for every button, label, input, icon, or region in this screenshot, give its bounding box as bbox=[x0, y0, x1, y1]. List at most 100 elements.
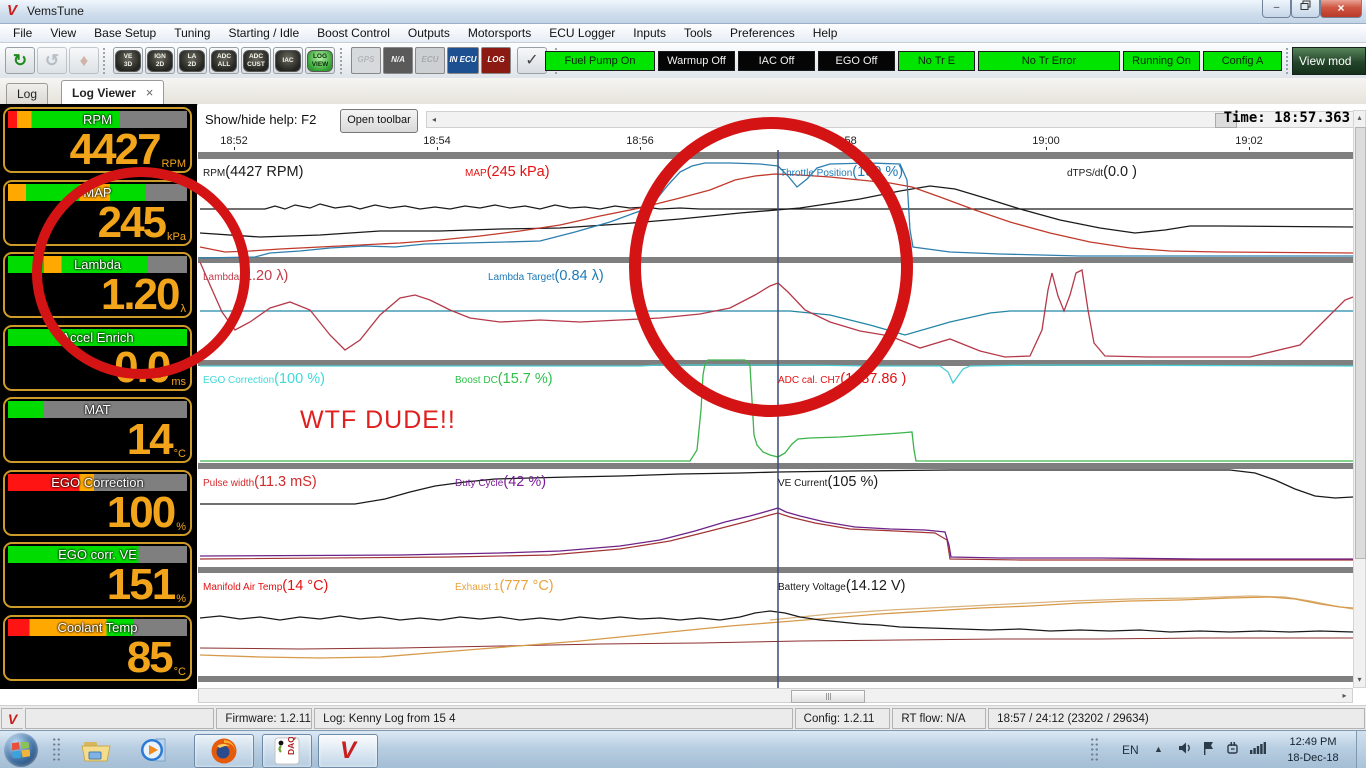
menu-item-help[interactable]: Help bbox=[804, 24, 847, 42]
toolbar-n-a-button[interactable]: N/A bbox=[383, 47, 413, 74]
tray-expand-icon[interactable]: ▲ bbox=[1154, 744, 1163, 754]
gauge-ego-correction: EGO Correction100% bbox=[3, 470, 192, 536]
series-value: (15.7 %) bbox=[498, 371, 553, 387]
series-label-lambda: Lambda(1.20 λ) bbox=[203, 267, 288, 285]
power-plug-icon[interactable] bbox=[1226, 741, 1240, 758]
series-name: Exhaust 1 bbox=[455, 582, 499, 593]
taskbar-idaq-button[interactable]: DAQ bbox=[262, 734, 312, 768]
series-name: Battery Voltage bbox=[778, 582, 846, 593]
status-indicator-no-tr-error[interactable]: No Tr Error bbox=[978, 51, 1120, 71]
toolbar-gps-button[interactable]: GPS bbox=[351, 47, 381, 74]
menu-item-view[interactable]: View bbox=[41, 24, 85, 42]
menu-item-starting-idle[interactable]: Starting / Idle bbox=[219, 24, 308, 42]
volume-icon[interactable] bbox=[1178, 741, 1192, 758]
toolbar-reload-gray-icon[interactable]: ↺ bbox=[37, 47, 67, 74]
status-indicator-ego-off[interactable]: EGO Off bbox=[818, 51, 895, 71]
gauge-coolant-temp: Coolant Temp85°C bbox=[3, 615, 192, 681]
gauge-number: 1.20 bbox=[101, 274, 179, 316]
gauge-unit: RPM bbox=[162, 157, 186, 171]
tab-log-viewer[interactable]: Log Viewer× bbox=[61, 80, 164, 104]
status-indicator-warmup-off[interactable]: Warmup Off bbox=[658, 51, 735, 71]
toolbar-la-2d-button[interactable]: LA2D bbox=[177, 47, 207, 74]
series-name: Lambda bbox=[203, 272, 239, 283]
toolbar-log-view-button[interactable]: LOGVIEW bbox=[305, 47, 335, 74]
show-desktop-button[interactable] bbox=[1356, 731, 1366, 768]
gauge-unit: ms bbox=[171, 375, 186, 389]
language-indicator[interactable]: EN bbox=[1122, 743, 1139, 757]
toolbar-adc-cust-button[interactable]: ADCCUST bbox=[241, 47, 271, 74]
series-name: Duty Cycle bbox=[455, 478, 503, 489]
gauge-value: 245kPa bbox=[98, 202, 186, 244]
scroll-left-icon[interactable]: ◂ bbox=[427, 112, 441, 127]
series-value: (777 °C) bbox=[499, 578, 553, 594]
statusbar-empty bbox=[25, 708, 214, 729]
menu-item-base-setup[interactable]: Base Setup bbox=[85, 24, 165, 42]
scroll-up-icon[interactable]: ▴ bbox=[1354, 111, 1365, 125]
taskbar-mediaplayer-button[interactable] bbox=[136, 734, 172, 766]
status-indicator-running-on[interactable]: Running On bbox=[1123, 51, 1200, 71]
menu-item-ecu-logger[interactable]: ECU Logger bbox=[540, 24, 624, 42]
menu-item-file[interactable]: File bbox=[4, 24, 41, 42]
toolbar-validate-button[interactable]: ✓ bbox=[517, 47, 547, 74]
chart-scroll-right-icon[interactable]: ▸ bbox=[1338, 689, 1351, 702]
toolbar-ign-2d-button[interactable]: IGN2D bbox=[145, 47, 175, 74]
close-button[interactable]: × bbox=[1320, 0, 1362, 18]
menu-item-preferences[interactable]: Preferences bbox=[721, 24, 804, 42]
series-label-ego-correction: EGO Correction(100 %) bbox=[203, 370, 325, 388]
status-indicator-iac-off[interactable]: IAC Off bbox=[738, 51, 815, 71]
action-center-flag-icon[interactable] bbox=[1202, 741, 1215, 758]
status-indicator-fuel-pump-on[interactable]: Fuel Pump On bbox=[545, 51, 655, 71]
toolbar-burn-flame-icon[interactable]: ♦ bbox=[69, 47, 99, 74]
taskbar-explorer-button[interactable] bbox=[78, 734, 114, 766]
tab-strip: Log Log Viewer× bbox=[0, 78, 1366, 105]
series-exhaust-line bbox=[200, 597, 1353, 658]
series-value: (1.20 λ) bbox=[239, 268, 288, 284]
series-value: (100 %) bbox=[852, 164, 903, 180]
scroll-down-icon[interactable]: ▾ bbox=[1354, 673, 1365, 687]
vertical-scrollbar[interactable]: ▴ ▾ bbox=[1353, 110, 1366, 688]
restore-button[interactable] bbox=[1291, 0, 1320, 18]
gauge-unit: kPa bbox=[167, 230, 186, 244]
taskbar-clock[interactable]: 12:49 PM 18-Dec-18 bbox=[1278, 734, 1348, 766]
open-toolbar-button[interactable]: Open toolbar bbox=[340, 109, 418, 133]
toolbar-in-ecu-button[interactable]: IN ECU bbox=[447, 47, 479, 74]
tab-log[interactable]: Log bbox=[6, 83, 48, 104]
menu-item-inputs[interactable]: Inputs bbox=[624, 24, 675, 42]
menu-item-outputs[interactable]: Outputs bbox=[399, 24, 459, 42]
series-label-dtps-dt: dTPS/dt(0.0 ) bbox=[1067, 163, 1137, 181]
start-button[interactable] bbox=[4, 733, 38, 767]
menu-item-tools[interactable]: Tools bbox=[675, 24, 721, 42]
tab-close-icon[interactable]: × bbox=[146, 85, 154, 100]
view-mode-button[interactable]: View mod bbox=[1292, 47, 1366, 75]
tray-grip[interactable] bbox=[1090, 737, 1099, 763]
media-player-icon bbox=[140, 737, 168, 763]
reload-gray-icon: ↺ bbox=[38, 48, 66, 73]
svg-text:DAQ: DAQ bbox=[286, 737, 296, 755]
toolbar-ecu-button[interactable]: ECU bbox=[415, 47, 445, 74]
menu-item-boost-control[interactable]: Boost Control bbox=[308, 24, 399, 42]
vertical-scroll-thumb[interactable] bbox=[1355, 127, 1366, 559]
menu-item-motorsports[interactable]: Motorsports bbox=[459, 24, 540, 42]
status-indicator-config-a[interactable]: Config A bbox=[1203, 51, 1282, 71]
taskbar-grip[interactable] bbox=[52, 737, 61, 763]
gauge-unit: °C bbox=[174, 665, 186, 679]
toolbar-adc-all-button[interactable]: ADCALL bbox=[209, 47, 239, 74]
taskbar-firefox-button[interactable] bbox=[194, 734, 254, 768]
toolbar-iac-button[interactable]: IAC bbox=[273, 47, 303, 74]
status-indicator-no-tr-e[interactable]: No Tr E bbox=[898, 51, 975, 71]
help-hint-text: Show/hide help: F2 bbox=[205, 112, 316, 127]
chart-scroll-thumb[interactable] bbox=[791, 690, 865, 703]
chart-horizontal-scrollbar[interactable]: ▸ bbox=[198, 688, 1353, 703]
toolbar-log-button[interactable]: LOG bbox=[481, 47, 511, 74]
toolbar-reload-green-icon[interactable]: ↻ bbox=[5, 47, 35, 74]
minimize-button[interactable]: – bbox=[1262, 0, 1291, 18]
network-signal-icon[interactable] bbox=[1250, 741, 1266, 757]
menu-item-tuning[interactable]: Tuning bbox=[165, 24, 219, 42]
log-chart[interactable]: RPM(4427 RPM)MAP(245 kPa)Throttle Positi… bbox=[198, 150, 1353, 688]
gauge-number: 85 bbox=[127, 637, 172, 679]
tab-label: Log bbox=[17, 87, 37, 101]
toolbar-ve-3d-button[interactable]: VE3D bbox=[113, 47, 143, 74]
taskbar-vemstune-button[interactable]: V bbox=[318, 734, 378, 768]
gauge-number: 245 bbox=[98, 202, 165, 244]
gauge-number: 14 bbox=[127, 419, 172, 461]
